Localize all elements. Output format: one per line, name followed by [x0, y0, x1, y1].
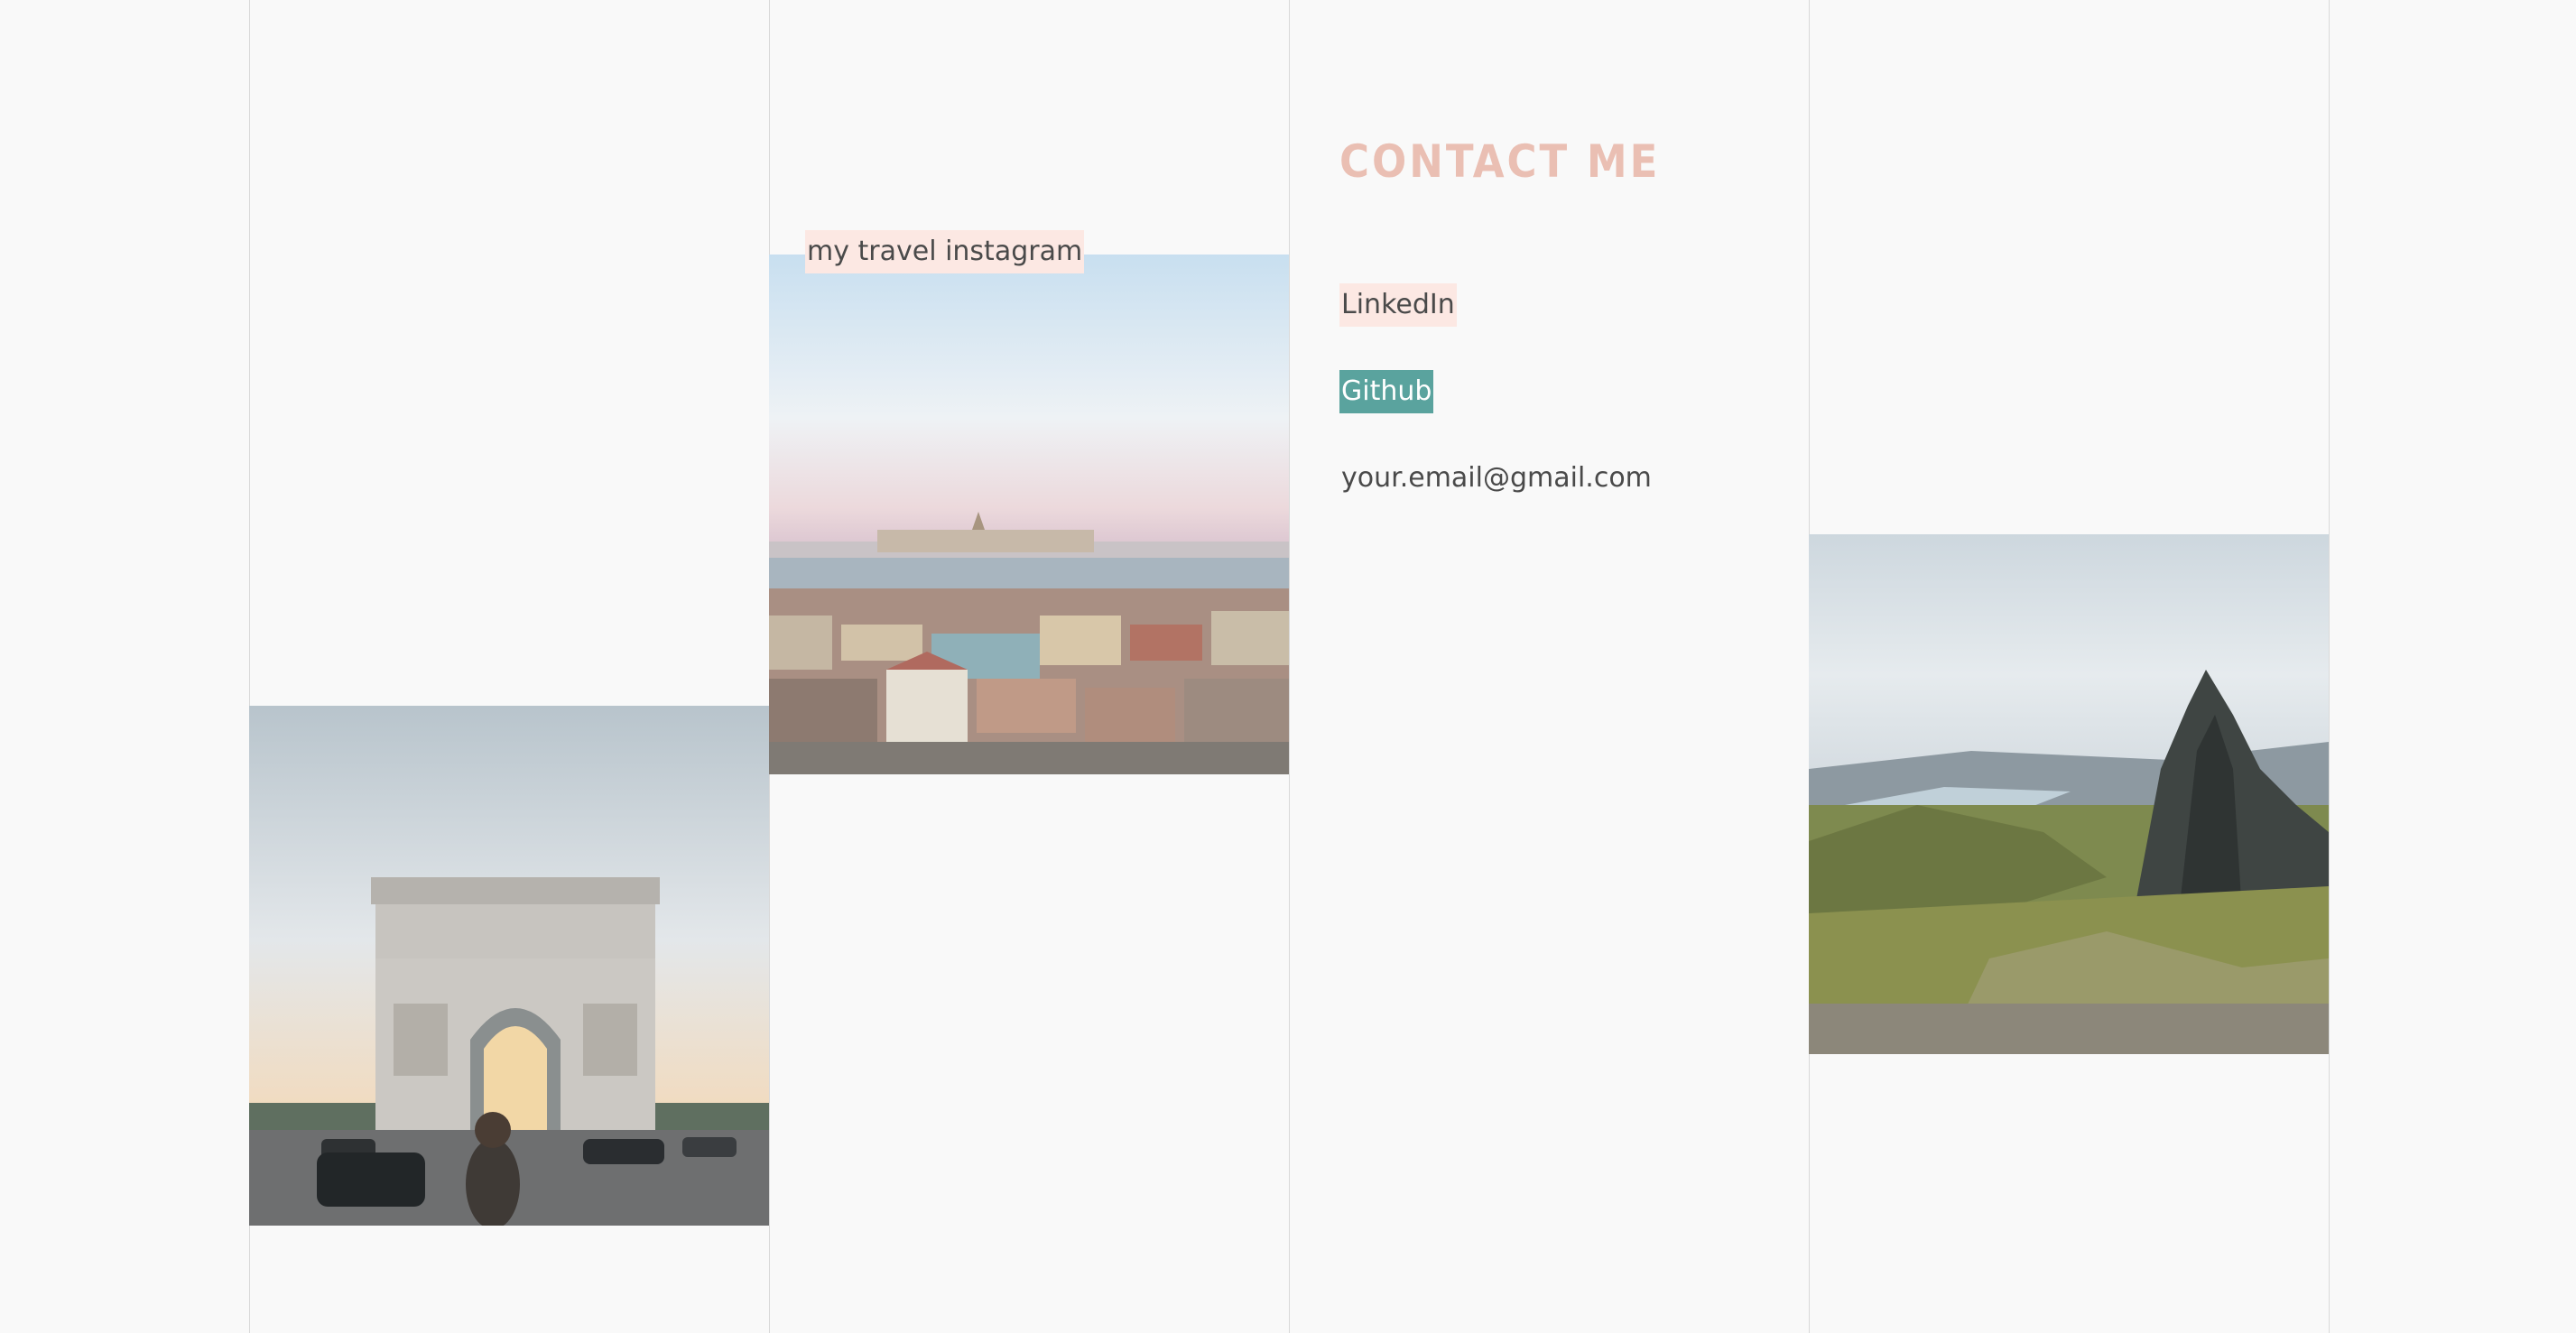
page: my travel instagram CONTACT ME LinkedIn …: [0, 0, 2576, 1333]
contact-heading: CONTACT ME: [1339, 135, 1661, 188]
mountain-landscape-photo: [1809, 534, 2329, 1054]
instagram-link[interactable]: my travel instagram: [805, 230, 1085, 273]
grid-line: [1289, 0, 1290, 1333]
budapest-photo: [769, 255, 1289, 774]
linkedin-link[interactable]: LinkedIn: [1339, 283, 1457, 327]
grid-line: [2329, 0, 2330, 1333]
arc-de-triomphe-photo: [249, 706, 769, 1226]
email-link[interactable]: your.email@gmail.com: [1339, 457, 1654, 500]
github-link[interactable]: Github: [1339, 370, 1434, 413]
